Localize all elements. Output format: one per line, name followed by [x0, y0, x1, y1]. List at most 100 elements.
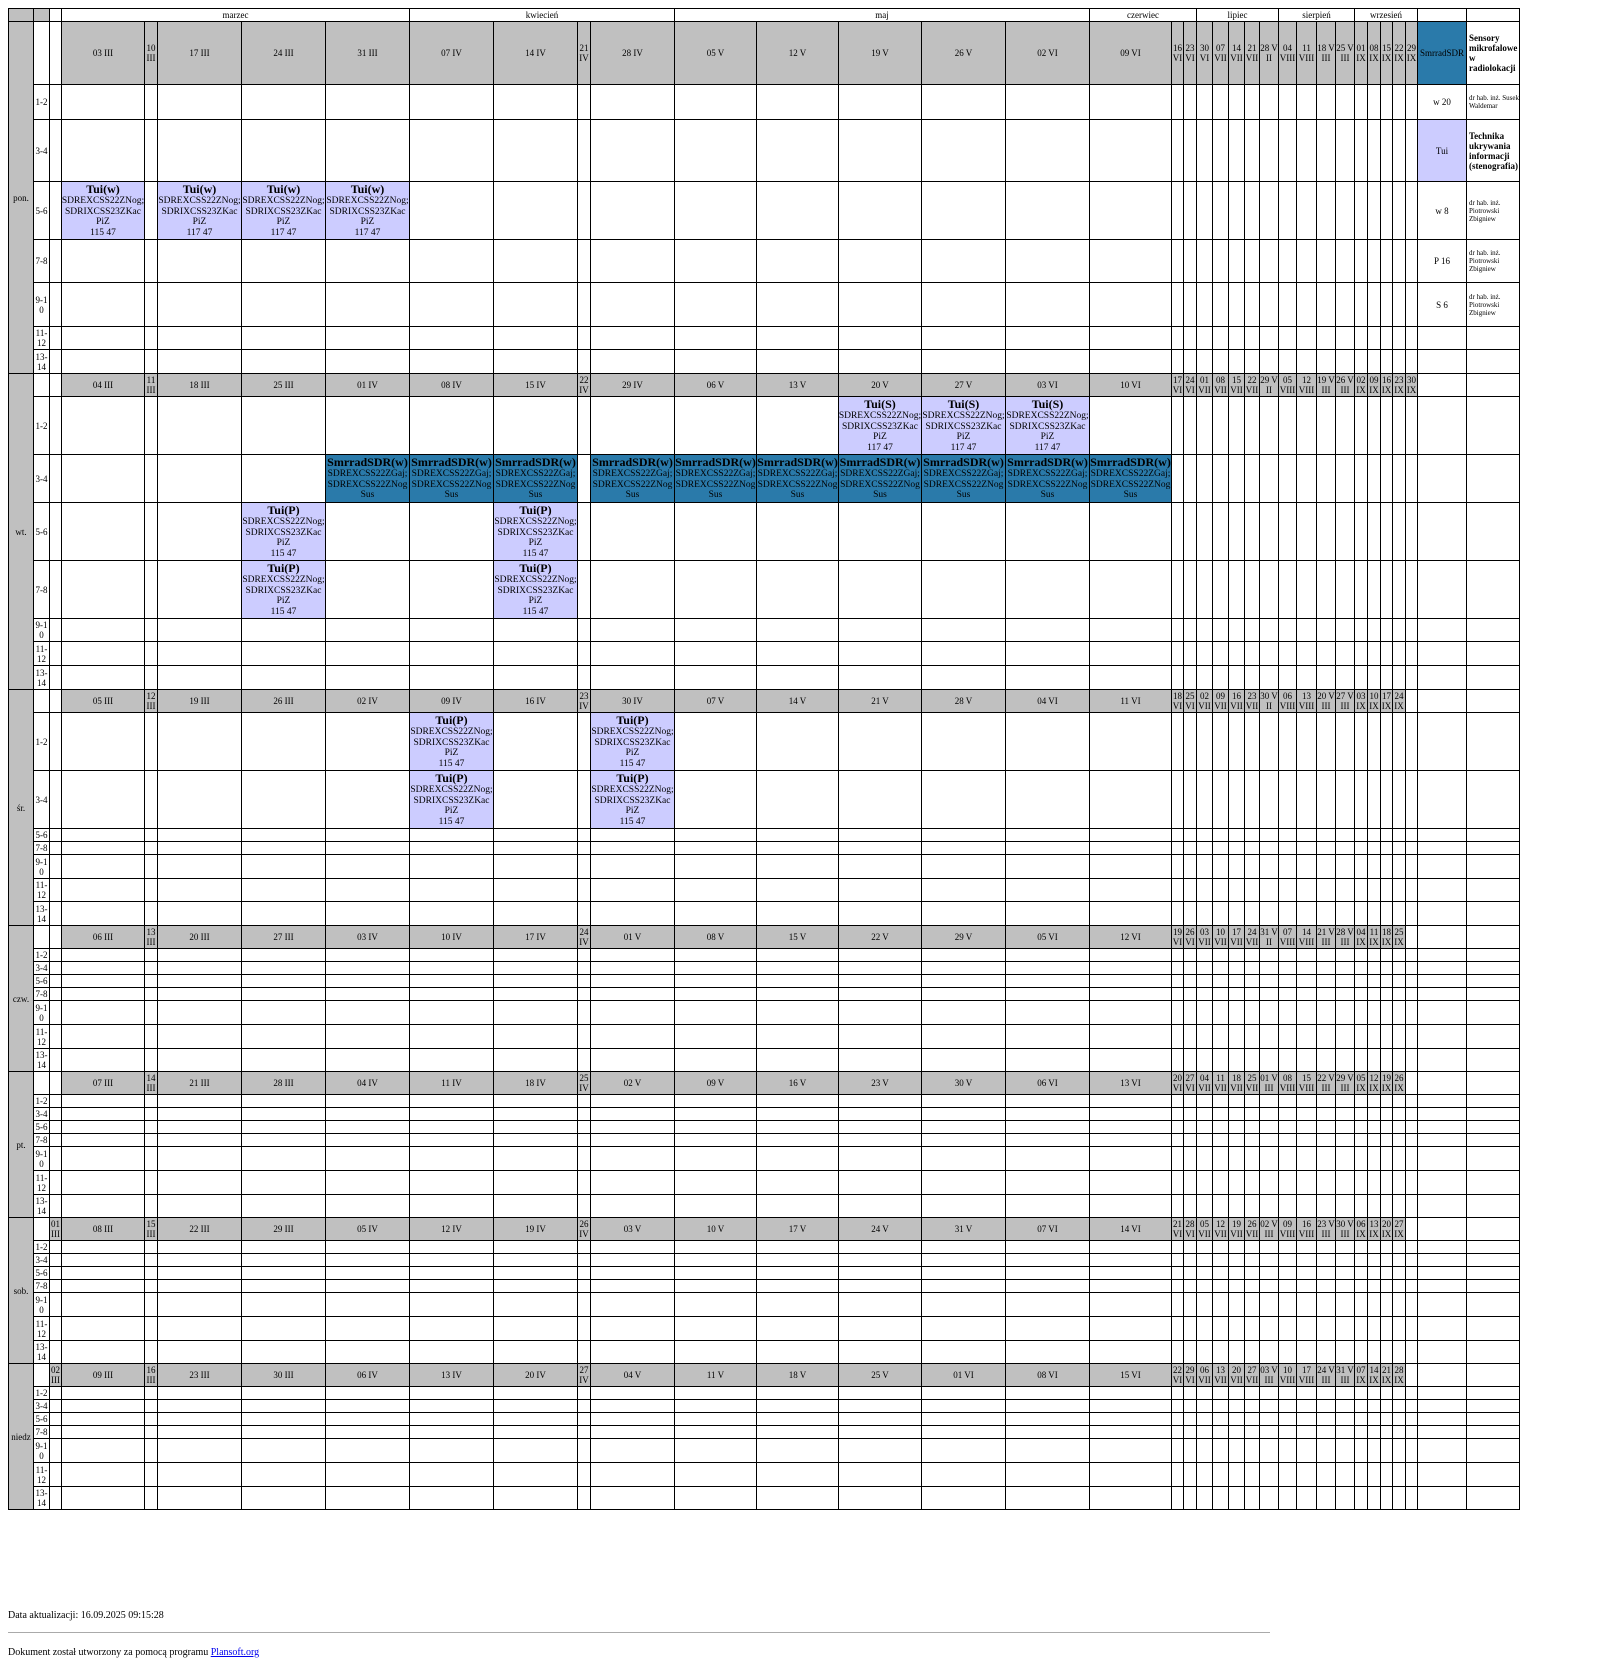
class-event[interactable]: SmrradSDR(w) SDREXCSS22ZGaj; SDREXCSS22ZNo… — [1089, 454, 1172, 503]
empty-cell — [61, 1133, 145, 1147]
week-date: 31 III — [325, 21, 410, 85]
slot-label-text: 5-6 — [35, 1122, 48, 1132]
empty-cell — [1228, 1340, 1245, 1364]
legend-blank — [1417, 1120, 1467, 1134]
empty-cell — [1212, 1000, 1229, 1025]
class-event[interactable]: Tui(w) SDREXCSS22ZNog; SDRIXCSS23ZKac PiZ 11… — [325, 181, 410, 240]
class-event[interactable]: Tui(S) SDREXCSS22ZNog; SDRIXCSS23ZKac PiZ 11… — [838, 396, 922, 455]
week-date: 30 VI — [1196, 21, 1213, 85]
legend-blank — [1466, 1048, 1520, 1072]
plansoft-link[interactable]: Plansoft.org — [211, 1647, 259, 1658]
legend-blank — [1466, 974, 1520, 988]
slot-label-text: 13-14 — [35, 1488, 48, 1508]
class-event[interactable]: Tui(P) SDREXCSS22ZNog; SDRIXCSS23ZKac PiZ 11… — [409, 712, 494, 771]
empty-cell — [1089, 1486, 1172, 1510]
empty-cell — [1228, 1438, 1245, 1463]
empty-cell — [1005, 1120, 1090, 1134]
class-event[interactable]: SmrradSDR(w) SDREXCSS22ZGaj; SDREXCSS22ZNo… — [1005, 454, 1090, 503]
week-date-label: 22 V — [871, 932, 889, 942]
empty-cell — [409, 987, 494, 1001]
empty-cell — [1316, 1386, 1336, 1400]
class-event[interactable]: SmrradSDR(w) SDREXCSS22ZGaj; SDREXCSS22ZNo… — [409, 454, 494, 503]
week-date-label: 13 VII — [1214, 1365, 1227, 1385]
event-title: SmrradSDR(w) — [495, 455, 576, 470]
empty-cell — [1354, 454, 1368, 503]
empty-cell — [921, 974, 1006, 988]
empty-cell — [590, 560, 675, 619]
empty-cell — [1244, 974, 1260, 988]
empty-cell — [1244, 1316, 1260, 1341]
class-event[interactable]: SmrradSDR(w) SDREXCSS22ZGaj; SDREXCSS22ZNo… — [921, 454, 1006, 503]
class-event[interactable]: Tui(P) SDREXCSS22ZNog; SDRIXCSS23ZKac PiZ 11… — [493, 502, 578, 561]
empty-cell — [590, 1194, 675, 1218]
empty-cell — [241, 712, 326, 771]
empty-cell — [144, 878, 158, 902]
empty-cell — [1244, 1170, 1260, 1195]
empty-cell — [577, 1386, 591, 1400]
empty-cell — [1335, 974, 1355, 988]
empty-cell — [241, 1438, 326, 1463]
empty-cell — [674, 641, 757, 666]
week-date-label: 24 V — [871, 1224, 889, 1234]
class-event[interactable]: SmrradSDR(w) SDREXCSS22ZGaj; SDREXCSS22ZNo… — [493, 454, 578, 503]
empty-cell — [409, 239, 494, 283]
slot-label: 13-14 — [33, 349, 50, 374]
class-event[interactable]: Tui(S) SDREXCSS22ZNog; SDRIXCSS23ZKac PiZ 11… — [1005, 396, 1090, 455]
class-event[interactable]: SmrradSDR(w) SDREXCSS22ZGaj; SDREXCSS22ZNo… — [325, 454, 410, 503]
empty-cell — [1005, 282, 1090, 327]
empty-cell — [674, 1048, 757, 1072]
empty-cell — [1089, 1000, 1172, 1025]
empty-cell — [61, 1120, 145, 1134]
empty-cell — [241, 1266, 326, 1280]
week-date-label: 26 VIII — [1336, 375, 1354, 395]
empty-cell — [921, 349, 1006, 374]
empty-cell — [1296, 1340, 1317, 1364]
empty-cell — [1089, 119, 1172, 182]
empty-cell — [1392, 854, 1406, 879]
empty-cell — [1316, 841, 1336, 855]
empty-cell — [1392, 502, 1406, 561]
legend-blank — [1417, 1194, 1467, 1218]
class-event[interactable]: Tui(w) SDREXCSS22ZNog; SDRIXCSS23ZKac PiZ 11… — [241, 181, 326, 240]
empty-cell — [921, 1107, 1006, 1121]
legend-blank — [1417, 1279, 1467, 1293]
class-event[interactable]: SmrradSDR(w) SDREXCSS22ZGaj; SDREXCSS22ZNo… — [590, 454, 675, 503]
empty-cell — [1228, 770, 1245, 829]
week-date-label: 15 VIII — [1298, 1073, 1315, 1093]
week-date: 12 VIII — [1296, 373, 1317, 397]
empty-cell — [1316, 502, 1336, 561]
class-event[interactable]: Tui(P) SDREXCSS22ZNog; SDRIXCSS23ZKac PiZ 11… — [590, 770, 675, 829]
empty-cell — [325, 1133, 410, 1147]
empty-cell — [1392, 1279, 1406, 1293]
class-event[interactable]: SmrradSDR(w) SDREXCSS22ZGaj; SDREXCSS22ZNo… — [674, 454, 757, 503]
empty-cell — [1183, 1170, 1197, 1195]
week-date: 02 VI — [1005, 21, 1090, 85]
empty-cell — [1228, 841, 1245, 855]
week-date-label: 10 VI — [1120, 380, 1141, 390]
class-event[interactable]: Tui(P) SDREXCSS22ZNog; SDRIXCSS23ZKac PiZ 11… — [493, 560, 578, 619]
week-date-label: 26 VII — [1245, 1219, 1259, 1239]
slot-label-text: 7-8 — [35, 1427, 48, 1437]
week-date: 04 VIII — [1278, 21, 1297, 85]
class-event[interactable]: Tui(P) SDREXCSS22ZNog; SDRIXCSS23ZKac PiZ 11… — [590, 712, 675, 771]
class-event[interactable]: Tui(S) SDREXCSS22ZNog; SDRIXCSS23ZKac PiZ 11… — [921, 396, 1006, 455]
class-event[interactable]: Tui(P) SDREXCSS22ZNog; SDRIXCSS23ZKac PiZ 11… — [241, 560, 326, 619]
empty-cell — [838, 502, 922, 561]
empty-cell — [409, 326, 494, 350]
class-event[interactable]: SmrradSDR(w) SDREXCSS22ZGaj; SDREXCSS22ZNo… — [756, 454, 839, 503]
empty-cell — [1244, 454, 1260, 503]
class-event[interactable]: Tui(P) SDREXCSS22ZNog; SDRIXCSS23ZKac PiZ 11… — [241, 502, 326, 561]
empty-cell — [409, 1386, 494, 1400]
empty-cell — [493, 1094, 578, 1108]
empty-cell — [1212, 974, 1229, 988]
class-event[interactable]: Tui(P) SDREXCSS22ZNog; SDRIXCSS23ZKac PiZ 11… — [409, 770, 494, 829]
week-date: 07 VI — [1005, 1217, 1090, 1241]
empty-cell — [756, 828, 839, 842]
empty-cell — [838, 948, 922, 962]
class-event[interactable]: Tui(w) SDREXCSS22ZNog; SDRIXCSS23ZKac PiZ 11… — [157, 181, 242, 240]
empty-cell — [1296, 641, 1317, 666]
class-event[interactable]: SmrradSDR(w) SDREXCSS22ZGaj; SDREXCSS22ZNo… — [838, 454, 922, 503]
empty-cell — [590, 1094, 675, 1108]
empty-cell — [1392, 1266, 1406, 1280]
class-event[interactable]: Tui(w) SDREXCSS22ZNog; SDRIXCSS23ZKac PiZ 11… — [61, 181, 145, 240]
